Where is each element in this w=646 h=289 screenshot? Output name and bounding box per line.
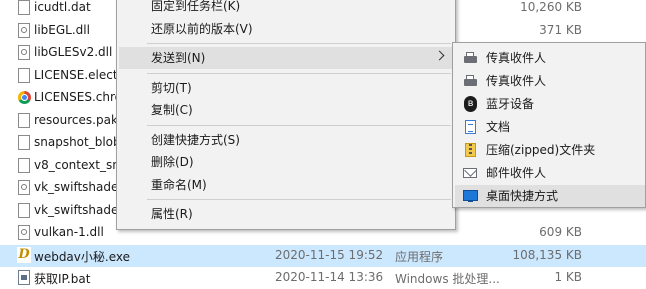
file-size: 108,135 KB [512, 247, 582, 262]
menu-separator [147, 43, 451, 44]
menu-item-label: 删除(D) [151, 155, 194, 169]
file-file-icon [18, 202, 30, 218]
file-row[interactable]: 获取IP.bat 2020-11-14 13:36 Windows 批处理... 1 … [0, 267, 646, 289]
menu-item-label: 发送到(N) [151, 51, 206, 65]
menu-item-label: 重命名(M) [151, 177, 207, 192]
send-to-item-label: 文档 [486, 120, 511, 134]
bat-file-icon [18, 270, 30, 285]
menu-item-label: 属性(R) [151, 207, 193, 221]
fax-icon [463, 51, 478, 65]
file-name: icudtl.dat [34, 0, 91, 14]
file-type: Windows 批处理... [395, 272, 500, 286]
file-size: 10,260 KB [520, 0, 582, 14]
menu-item[interactable]: 属性(R) [119, 203, 453, 225]
exe-file-icon: D [17, 246, 31, 263]
send-to-item[interactable]: ʙ 蓝牙设备 [455, 93, 645, 115]
send-to-item[interactable]: 桌面快捷方式 [455, 185, 645, 207]
file-name: libGLESv2.dll [34, 45, 113, 59]
menu-item[interactable]: 还原以前的版本(V) [119, 18, 453, 40]
file-name: LICENSE.elect [34, 67, 118, 82]
file-name: webdav小秘.exe [34, 249, 130, 264]
chevron-right-icon [434, 50, 445, 61]
file-name: LICENSES.chro [34, 90, 123, 104]
send-to-item-label: 桌面快捷方式 [486, 189, 559, 203]
send-to-item[interactable]: 压缩(zipped)文件夹 [455, 139, 645, 161]
file-name: vk_swiftshade [34, 180, 119, 194]
file-type: 应用程序 [395, 249, 444, 264]
file-name: vulkan-1.dll [34, 225, 104, 239]
file-size: 371 KB [539, 22, 582, 37]
dll-file-icon [18, 225, 30, 240]
mail-icon [463, 168, 477, 178]
send-to-item-label: 蓝牙设备 [486, 97, 535, 111]
bluetooth-icon: ʙ [464, 96, 477, 112]
file-file-icon [18, 67, 30, 83]
desktop-icon [463, 190, 478, 202]
file-size: 609 KB [539, 225, 582, 239]
file-name: v8_context_sn [34, 157, 120, 172]
file-date: 2020-11-14 13:36 [275, 270, 384, 284]
send-to-item-label: 压缩(zipped)文件夹 [486, 143, 596, 157]
file-file-icon [18, 112, 30, 128]
dll-file-icon [18, 180, 30, 195]
menu-item[interactable]: 删除(D) [119, 151, 453, 173]
file-date: 2020-11-15 19:52 [275, 247, 384, 262]
send-to-item[interactable]: 邮件收件人 [455, 162, 645, 184]
menu-item[interactable]: 发送到(N) [119, 47, 453, 69]
menu-item[interactable]: 创建快捷方式(S) [119, 129, 453, 151]
file-name: snapshot_blob [34, 135, 121, 149]
dll-file-icon [18, 45, 30, 60]
menu-item[interactable]: 重命名(M) [119, 174, 453, 196]
zip-folder-icon [465, 143, 476, 157]
file-name: 获取IP.bat [34, 272, 91, 286]
menu-separator [147, 72, 451, 74]
send-to-item-label: 传真收件人 [486, 51, 547, 65]
document-icon [465, 120, 476, 134]
menu-item-label: 剪切(T) [151, 80, 192, 95]
menu-item[interactable]: 剪切(T) [119, 77, 453, 99]
send-to-item[interactable]: 文档 [455, 116, 645, 138]
file-row[interactable]: Dwebdav小秘.exe 2020-11-15 19:52 应用程序 108,135… [0, 244, 646, 267]
context-menu: 固定到任务栏(K) 还原以前的版本(V) 发送到(N) 剪切(T) 复制(C) 创建快捷方… [116, 0, 456, 230]
menu-item-label: 还原以前的版本(V) [151, 21, 253, 36]
menu-separator [147, 199, 451, 200]
menu-item-label: 创建快捷方式(S) [151, 132, 240, 147]
send-to-submenu: 传真收件人 传真收件人 ʙ 蓝牙设备 文档 压缩(zipped)文件夹 邮件收件人 桌面快捷方… [452, 42, 646, 208]
file-file-icon [18, 135, 30, 150]
menu-item-label: 复制(C) [151, 103, 193, 117]
file-name: resources.pak [34, 112, 118, 127]
menu-item[interactable]: 固定到任务栏(K) [119, 0, 453, 17]
menu-item-label: 固定到任务栏(K) [151, 0, 241, 13]
send-to-item[interactable]: 传真收件人 [455, 70, 645, 92]
menu-separator [147, 124, 451, 126]
menu-item[interactable]: 复制(C) [119, 99, 453, 121]
chrome-file-icon [18, 91, 31, 104]
send-to-item-label: 邮件收件人 [486, 166, 547, 180]
send-to-item[interactable]: 传真收件人 [455, 47, 645, 69]
file-file-icon [18, 157, 30, 173]
file-size: 1 KB [554, 270, 582, 284]
dll-file-icon [18, 22, 30, 38]
file-name: libEGL.dll [34, 22, 90, 37]
send-to-item-label: 传真收件人 [486, 74, 547, 88]
file-name: vk_swiftshade [34, 202, 119, 217]
fax-icon [463, 74, 478, 88]
file-file-icon [18, 0, 30, 15]
